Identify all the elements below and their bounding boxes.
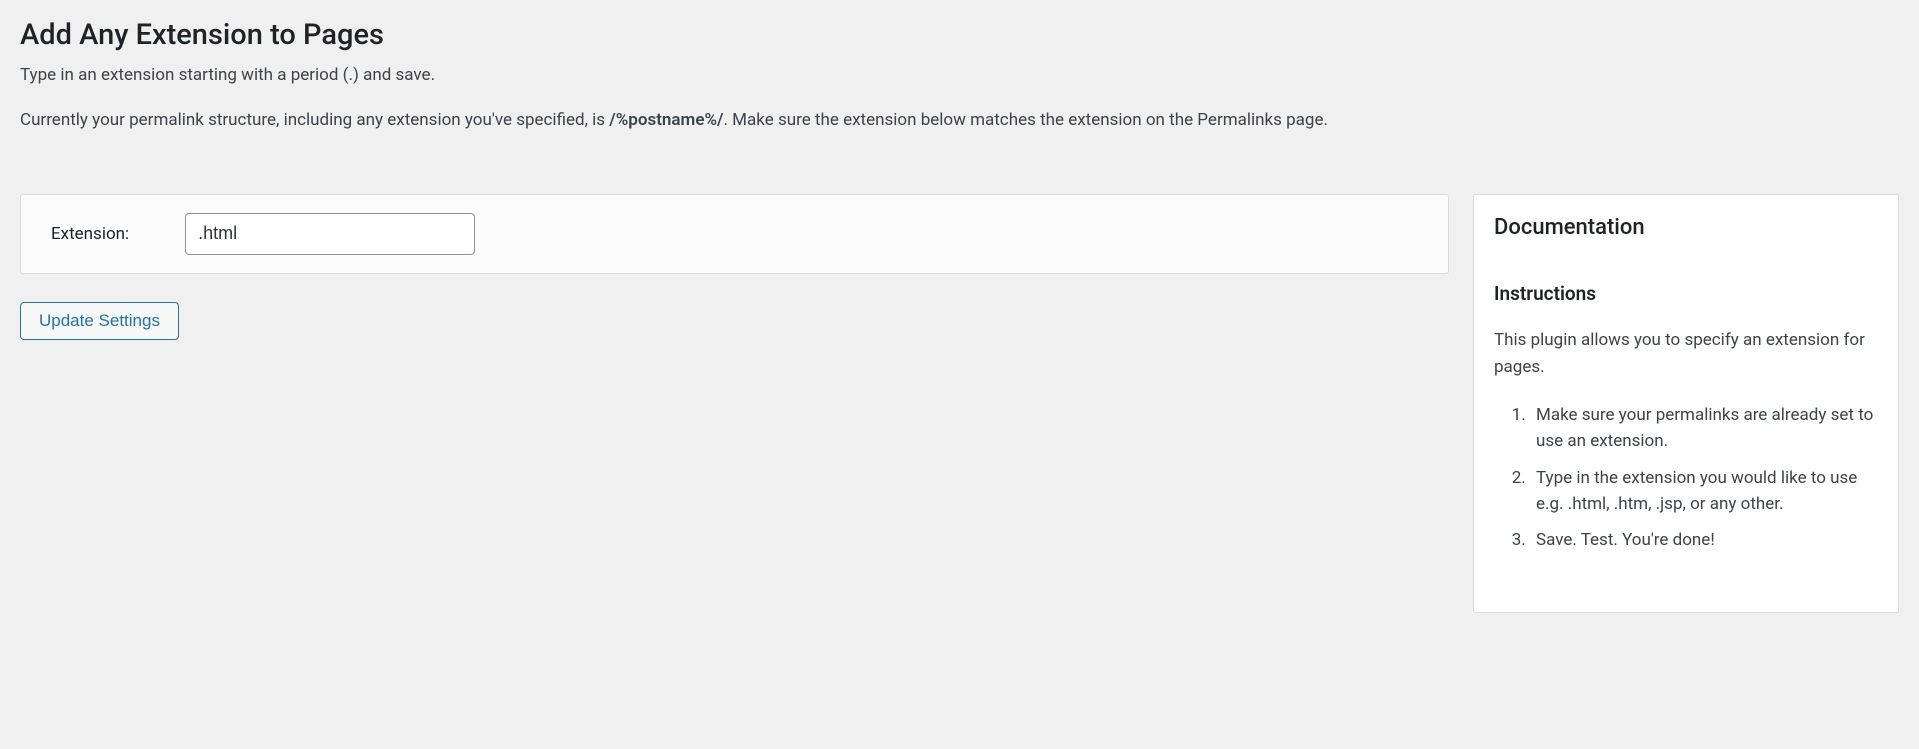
extension-label: Extension: (51, 224, 129, 244)
instructions-intro: This plugin allows you to specify an ext… (1494, 327, 1878, 380)
page-description-2: Currently your permalink structure, incl… (20, 107, 1899, 134)
instructions-subtitle: Instructions (1494, 282, 1878, 305)
main-column: Extension: Update Settings (20, 194, 1449, 612)
documentation-sidebar: Documentation Instructions This plugin a… (1473, 194, 1899, 612)
permalink-desc-suffix: . Make sure the extension below matches … (723, 110, 1327, 130)
permalink-desc-prefix: Currently your permalink structure, incl… (20, 110, 609, 130)
extension-input[interactable] (185, 213, 475, 254)
list-item: Type in the extension you would like to … (1530, 465, 1878, 518)
instructions-list: Make sure your permalinks are already se… (1494, 402, 1878, 554)
update-settings-button[interactable]: Update Settings (20, 302, 179, 340)
list-item: Make sure your permalinks are already se… (1530, 402, 1878, 455)
page-title: Add Any Extension to Pages (20, 0, 1899, 62)
documentation-title: Documentation (1494, 215, 1878, 240)
extension-form-box: Extension: (20, 194, 1449, 273)
list-item: Save. Test. You're done! (1530, 527, 1878, 553)
page-description-1: Type in an extension starting with a per… (20, 62, 1899, 89)
permalink-structure-value: /%postname%/ (609, 110, 723, 130)
